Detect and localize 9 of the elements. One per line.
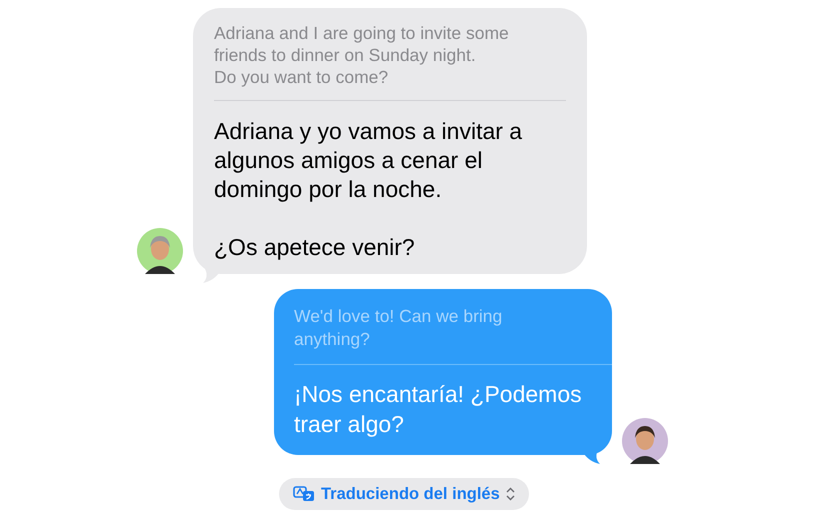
original-text: We'd love to! Can we bring anything? — [294, 305, 504, 351]
translation-language-button[interactable]: Traduciendo del inglés — [279, 478, 529, 510]
translated-text: Adriana y yo vamos a invitar a algunos amigos a cenar el domingo por la noche. ¿Os apetece venir? — [214, 117, 524, 262]
avatar — [137, 228, 183, 274]
avatar — [622, 418, 668, 464]
chevron-up-down-icon — [506, 487, 515, 501]
translate-icon — [293, 486, 315, 502]
original-text: Adriana and I are going to invite some friends to dinner on Sunday night. Do you want to come? — [214, 22, 510, 88]
translated-text: ¡Nos encantaría! ¿Podemos traer algo? — [294, 380, 583, 439]
